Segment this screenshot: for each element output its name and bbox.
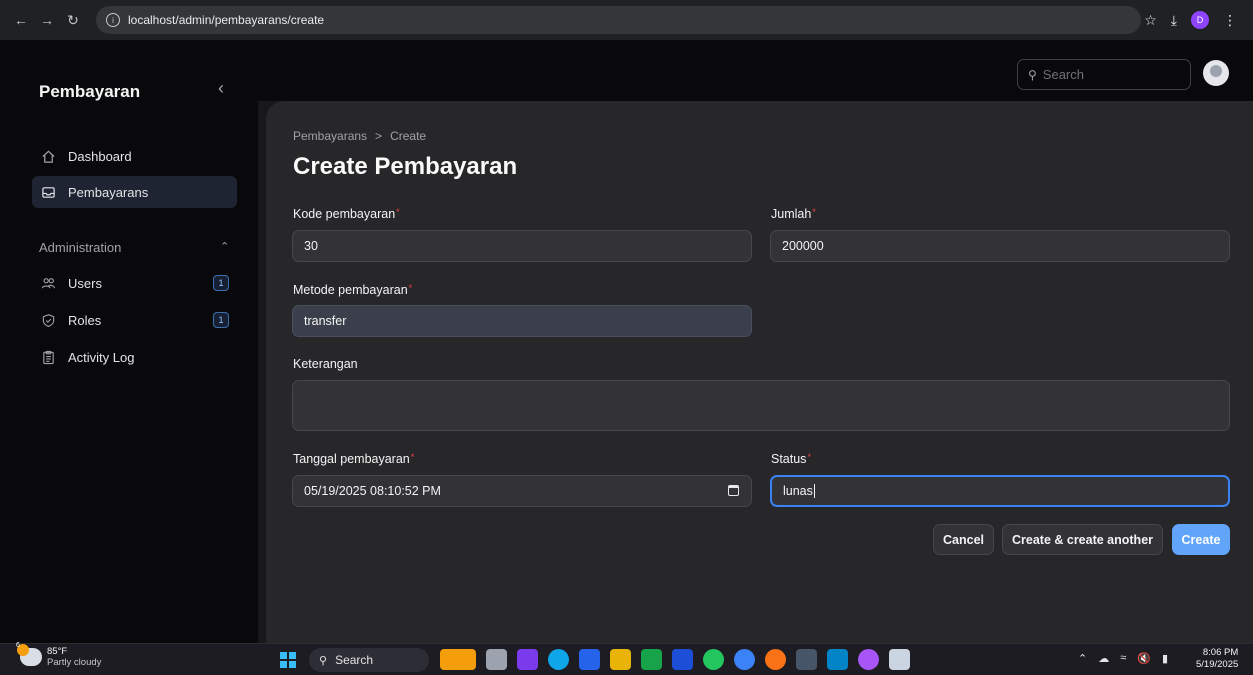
weather-desc: Partly cloudy: [47, 657, 102, 668]
required-marker: *: [807, 452, 811, 462]
weather-badge: 6: [16, 642, 20, 649]
sidebar-item-label: Activity Log: [68, 349, 135, 365]
required-marker: *: [410, 452, 415, 462]
volume-muted-icon[interactable]: 🔇: [1137, 652, 1151, 665]
outlook-app-icon[interactable]: [579, 649, 600, 670]
status-label: Status*: [771, 452, 811, 466]
taskbar: 6 85°F Partly cloudy ⚲ Search ⌃ ☁ ≈ 🔇 ▮: [0, 642, 1253, 675]
breadcrumb-separator: >: [375, 129, 383, 143]
system-tray: ⌃ ☁ ≈ 🔇 ▮: [1078, 652, 1168, 665]
clock-date: 5/19/2025: [1196, 659, 1239, 670]
sidebar-item-label: Pembayarans: [68, 184, 149, 200]
edge-browser-icon[interactable]: [548, 649, 569, 670]
battery-icon[interactable]: ▮: [1162, 652, 1168, 665]
reload-icon[interactable]: ↻: [62, 9, 84, 31]
chrome-browser-icon[interactable]: [765, 649, 786, 670]
task-view-icon[interactable]: [486, 649, 507, 670]
keterangan-textarea[interactable]: [292, 380, 1230, 431]
home-icon: [40, 148, 56, 164]
required-marker: *: [396, 207, 400, 217]
global-search-input[interactable]: ⚲ Search: [1017, 59, 1191, 90]
docker-app-icon[interactable]: [734, 649, 755, 670]
jumlah-label: Jumlah*: [771, 207, 816, 221]
roles-count-badge: 1: [213, 312, 229, 328]
sidebar-group-administration[interactable]: Administration: [39, 240, 121, 255]
inbox-icon: [40, 184, 56, 200]
sidebar-item-label: Dashboard: [68, 148, 132, 164]
breadcrumb: Pembayarans > Create: [293, 129, 426, 143]
wifi-icon[interactable]: ≈: [1120, 652, 1126, 665]
widgets-app-icon[interactable]: [440, 649, 476, 670]
breadcrumb-pembayarans[interactable]: Pembayarans: [293, 129, 367, 143]
breadcrumb-create: Create: [390, 129, 427, 143]
required-marker: *: [408, 283, 413, 293]
windows-start-icon[interactable]: [280, 652, 296, 668]
users-count-badge: 1: [213, 275, 229, 291]
excel-app-icon[interactable]: [641, 649, 662, 670]
back-icon[interactable]: ←: [10, 9, 32, 31]
sidebar-item-roles[interactable]: Roles 1: [32, 304, 237, 336]
file-explorer-icon[interactable]: [610, 649, 631, 670]
status-input[interactable]: lunas: [770, 475, 1230, 507]
browser-toolbar: ← → ↻ i localhost/admin/pembayarans/crea…: [0, 0, 1253, 40]
create-button[interactable]: Create: [1172, 524, 1230, 555]
copilot-app-icon[interactable]: [517, 649, 538, 670]
clock-time: 8:06 PM: [1202, 647, 1239, 658]
users-icon: [40, 275, 56, 291]
cloud-icon[interactable]: ☁: [1098, 652, 1109, 665]
bookmark-star-icon[interactable]: ☆: [1144, 12, 1157, 29]
browser-profile-avatar[interactable]: D: [1191, 11, 1209, 29]
search-placeholder: Search: [1042, 67, 1084, 82]
clipboard-icon: [40, 349, 56, 365]
kode-pembayaran-label: Kode pembayaran*: [293, 207, 400, 221]
address-bar[interactable]: i localhost/admin/pembayarans/create: [96, 6, 1141, 34]
sidebar-item-dashboard[interactable]: Dashboard: [32, 140, 237, 172]
create-another-button[interactable]: Create & create another: [1002, 524, 1163, 555]
snipping-tool-icon[interactable]: [889, 649, 910, 670]
partly-cloudy-icon: 6: [16, 642, 42, 666]
weather-widget[interactable]: 6 85°F Partly cloudy: [16, 642, 102, 668]
user-avatar[interactable]: [1203, 60, 1229, 86]
chevron-up-icon[interactable]: ⌃: [220, 240, 229, 253]
search-icon: ⚲: [319, 654, 328, 667]
search-icon: ⚲: [1028, 67, 1037, 82]
shield-icon: [40, 312, 56, 328]
chevron-up-icon[interactable]: ⌃: [1078, 652, 1087, 665]
weather-temp: 85°F: [47, 646, 68, 657]
sidebar-item-label: Roles: [68, 312, 102, 328]
taskbar-search[interactable]: ⚲ Search: [309, 648, 429, 672]
forward-icon[interactable]: →: [36, 9, 58, 31]
taskbar-clock[interactable]: 8:06 PM 5/19/2025: [1196, 647, 1238, 671]
sidebar-item-pembayarans[interactable]: Pembayarans: [32, 176, 237, 208]
spotify-app-icon[interactable]: [703, 649, 724, 670]
tanggal-pembayaran-input[interactable]: 05/19/2025 08:10:52 PM: [292, 475, 752, 507]
jumlah-input[interactable]: 200000: [770, 230, 1230, 262]
sidebar-item-users[interactable]: Users 1: [32, 267, 237, 299]
required-marker: *: [812, 207, 816, 217]
keterangan-label: Keterangan: [293, 357, 358, 371]
vscode-app-icon[interactable]: [827, 649, 848, 670]
calendar-icon[interactable]: [728, 485, 739, 496]
sidebar: Pembayaran ‹ Dashboard Pembayarans Admin…: [0, 40, 258, 643]
brand-title: Pembayaran: [39, 82, 141, 101]
main-content: [266, 101, 1253, 643]
sidebar-item-activity-log[interactable]: Activity Log: [32, 341, 237, 373]
taskbar-apps: [440, 649, 910, 670]
tanggal-pembayaran-label: Tanggal pembayaran*: [293, 452, 415, 466]
metode-pembayaran-input[interactable]: transfer: [292, 305, 752, 337]
sidebar-item-label: Users: [68, 275, 102, 291]
page-title: Create Pembayaran: [293, 153, 518, 180]
terminal-app-icon[interactable]: [796, 649, 817, 670]
photos-app-icon[interactable]: [858, 649, 879, 670]
browser-menu-icon[interactable]: ⋮: [1223, 12, 1237, 29]
url-text: localhost/admin/pembayarans/create: [128, 13, 325, 27]
cancel-button[interactable]: Cancel: [933, 524, 994, 555]
metode-pembayaran-label: Metode pembayaran*: [293, 283, 413, 297]
site-info-icon[interactable]: i: [106, 13, 120, 27]
text-caret: [813, 484, 815, 498]
collapse-sidebar-icon[interactable]: ‹: [218, 78, 224, 99]
download-icon[interactable]: ⤓: [1171, 12, 1177, 29]
kode-pembayaran-input[interactable]: 30: [292, 230, 752, 262]
word-app-icon[interactable]: [672, 649, 693, 670]
